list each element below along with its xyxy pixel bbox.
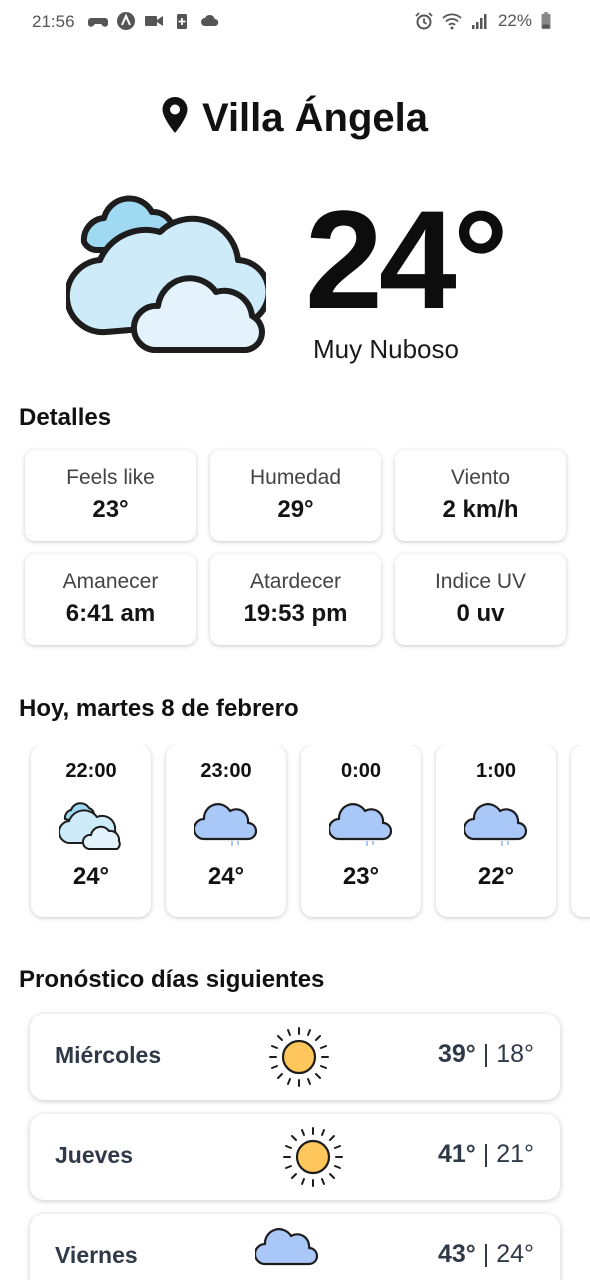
battery-icon xyxy=(541,12,551,30)
detail-value: 6:41 am xyxy=(65,600,156,627)
current-condition: Muy Nuboso xyxy=(313,334,459,364)
location-pin-icon xyxy=(162,97,188,133)
cloud-rain-icon xyxy=(255,1228,319,1266)
cloud-rain-icon xyxy=(329,803,393,846)
detail-value: 0 uv xyxy=(456,600,505,627)
detail-label: Humedad xyxy=(249,466,342,489)
location-title[interactable]: Villa Ángela xyxy=(0,96,590,141)
hourly-temp: 23° xyxy=(342,863,380,890)
forecast-temps: 39° | 18° xyxy=(438,1040,534,1069)
forecast-high: 41° xyxy=(437,1140,476,1168)
sun-icon xyxy=(283,1127,343,1187)
system-icons: 22% xyxy=(414,11,552,31)
app-logo-icon xyxy=(117,12,135,30)
wifi-icon xyxy=(442,13,462,30)
detail-label: Indice UV xyxy=(434,570,527,593)
hourly-time: 22:00 xyxy=(65,760,117,782)
hourly-title: Hoy, martes 8 de febrero xyxy=(19,695,299,722)
detail-card-humidity: Humedad 29° xyxy=(210,450,381,541)
detail-label: Amanecer xyxy=(62,570,159,593)
forecast-low: 24° xyxy=(496,1240,534,1268)
detail-card-uv-index: Indice UV 0 uv xyxy=(395,554,566,645)
detail-value: 2 km/h xyxy=(442,496,519,523)
hourly-card[interactable]: 23:00 24° xyxy=(166,745,286,917)
forecast-title: Pronóstico días siguientes xyxy=(19,966,325,993)
signal-icon xyxy=(471,14,487,29)
hourly-time: 1:00 xyxy=(475,760,517,782)
detail-card-sunset: Atardecer 19:53 pm xyxy=(210,554,381,645)
detail-card-feels-like: Feels like 23° xyxy=(25,450,196,541)
forecast-day: Viernes xyxy=(55,1242,138,1268)
status-bar: 21:56 22% xyxy=(0,0,590,46)
hourly-card-partial[interactable] xyxy=(571,745,590,917)
detail-value: 19:53 pm xyxy=(243,600,348,627)
clouds-icon xyxy=(59,802,121,850)
location-name: Villa Ángela xyxy=(201,96,428,140)
hourly-card[interactable]: 22:00 24° xyxy=(31,745,151,917)
detail-value: 23° xyxy=(92,496,129,523)
battery-percent: 22% xyxy=(497,11,532,30)
forecast-row[interactable]: Jueves 41° | 21° xyxy=(30,1114,560,1200)
detail-value: 29° xyxy=(277,496,314,523)
forecast-row[interactable]: Miércoles 39° | 18° xyxy=(30,1014,560,1100)
detail-label: Feels like xyxy=(66,466,155,489)
forecast-high: 43° xyxy=(437,1240,476,1268)
notification-icons xyxy=(88,12,220,30)
hourly-temp: 24° xyxy=(207,863,245,890)
hourly-temp: 22° xyxy=(477,863,515,890)
cloud-rain-icon xyxy=(464,803,528,846)
partly-cloudy-icon xyxy=(66,195,266,353)
detail-label: Atardecer xyxy=(249,570,342,593)
alarm-icon xyxy=(415,12,433,30)
detail-label: Viento xyxy=(450,466,511,489)
cloud-rain-icon xyxy=(194,803,258,846)
forecast-separator: | xyxy=(482,1040,490,1068)
forecast-high: 39° xyxy=(437,1040,476,1068)
forecast-temps: 41° | 21° xyxy=(438,1140,534,1169)
forecast-separator: | xyxy=(482,1140,490,1168)
hourly-temp: 24° xyxy=(72,863,110,890)
forecast-row[interactable]: Viernes 43° | 24° xyxy=(30,1214,560,1280)
detail-card-wind: Viento 2 km/h xyxy=(395,450,566,541)
game-controller-icon xyxy=(88,18,108,27)
forecast-low: 18° xyxy=(496,1040,534,1068)
sun-icon xyxy=(269,1027,329,1087)
hourly-time: 0:00 xyxy=(340,760,382,782)
forecast-day: Jueves xyxy=(55,1142,134,1168)
hourly-time: 23:00 xyxy=(200,760,252,782)
battery-saver-icon xyxy=(177,14,187,29)
hourly-forecast-scroll[interactable]: 22:00 24° 23:00 24° 0:00 23° 1:00 22° xyxy=(0,745,590,925)
forecast-day: Miércoles xyxy=(55,1042,162,1068)
forecast-separator: | xyxy=(482,1240,490,1268)
hourly-card[interactable]: 1:00 22° xyxy=(436,745,556,917)
forecast-low: 21° xyxy=(496,1140,534,1168)
video-camera-icon xyxy=(145,16,163,26)
current-temperature: 24° xyxy=(305,181,509,338)
hourly-card[interactable]: 0:00 23° xyxy=(301,745,421,917)
details-title: Detalles xyxy=(19,404,112,431)
detail-card-sunrise: Amanecer 6:41 am xyxy=(25,554,196,645)
status-time: 21:56 xyxy=(32,12,75,31)
cloud-icon xyxy=(201,14,219,26)
forecast-temps: 43° | 24° xyxy=(438,1240,534,1269)
